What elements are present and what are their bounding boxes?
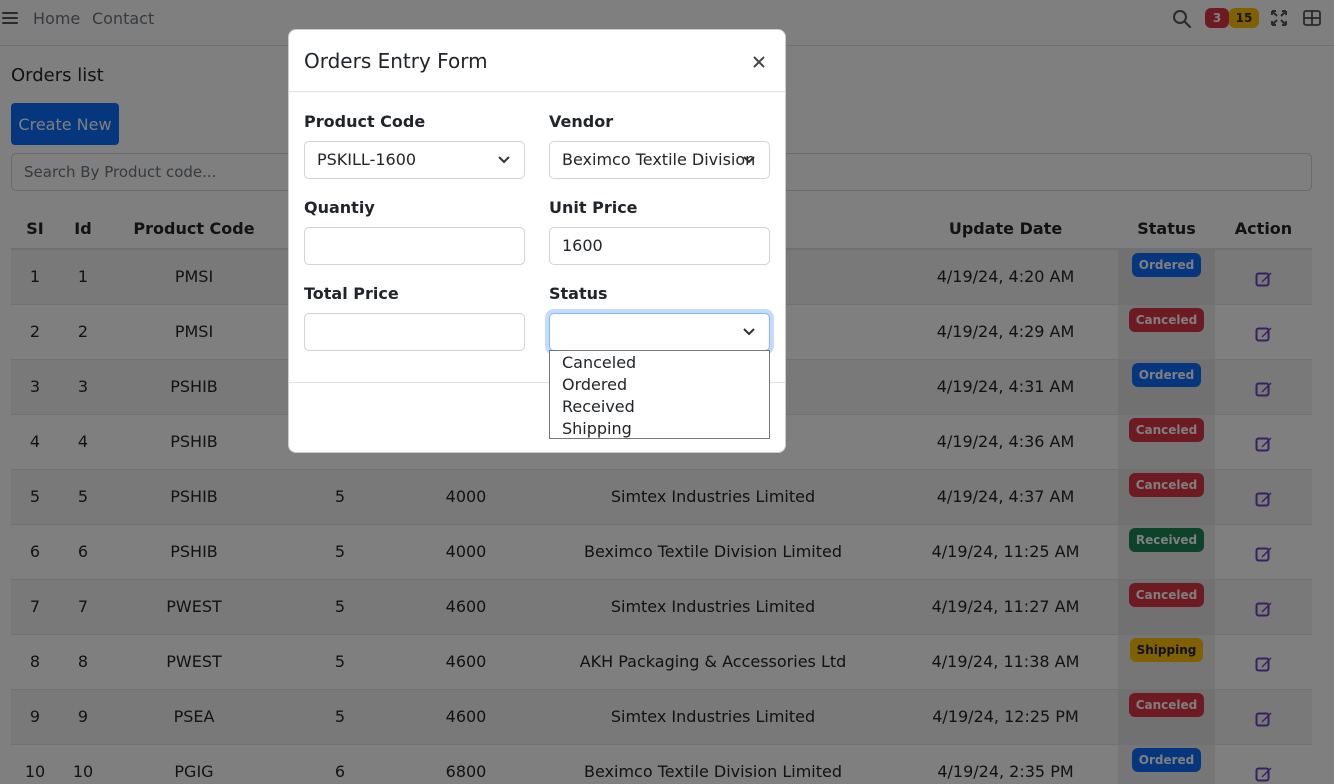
modal-title: Orders Entry Form	[304, 49, 488, 73]
status-dropdown-list: Canceled Ordered Received Shipping	[549, 350, 770, 439]
status-option-shipping[interactable]: Shipping	[550, 418, 769, 440]
chevron-down-icon	[743, 328, 755, 336]
chevron-down-icon	[743, 156, 755, 164]
status-option-ordered[interactable]: Ordered	[550, 374, 769, 396]
product-code-value: PSKILL-1600	[317, 150, 417, 169]
quantity-label: Quantiy	[304, 198, 375, 217]
status-option-received[interactable]: Received	[550, 396, 769, 418]
vendor-select[interactable]: Beximco Textile Division	[549, 141, 770, 179]
chevron-down-icon	[498, 156, 510, 164]
unit-price-label: Unit Price	[549, 198, 638, 217]
status-label: Status	[549, 284, 608, 303]
total-price-label: Total Price	[304, 284, 399, 303]
status-option-canceled[interactable]: Canceled	[550, 352, 769, 374]
close-icon[interactable]	[751, 54, 767, 70]
product-code-label: Product Code	[304, 112, 426, 131]
vendor-label: Vendor	[549, 112, 614, 131]
unit-price-input[interactable]: 1600	[549, 227, 770, 265]
quantity-input[interactable]	[304, 227, 525, 265]
product-code-select[interactable]: PSKILL-1600	[304, 141, 525, 179]
status-select[interactable]	[549, 313, 770, 351]
modal-header: Orders Entry Form	[289, 30, 785, 92]
vendor-value: Beximco Textile Division	[562, 150, 756, 169]
total-price-input[interactable]	[304, 313, 525, 351]
